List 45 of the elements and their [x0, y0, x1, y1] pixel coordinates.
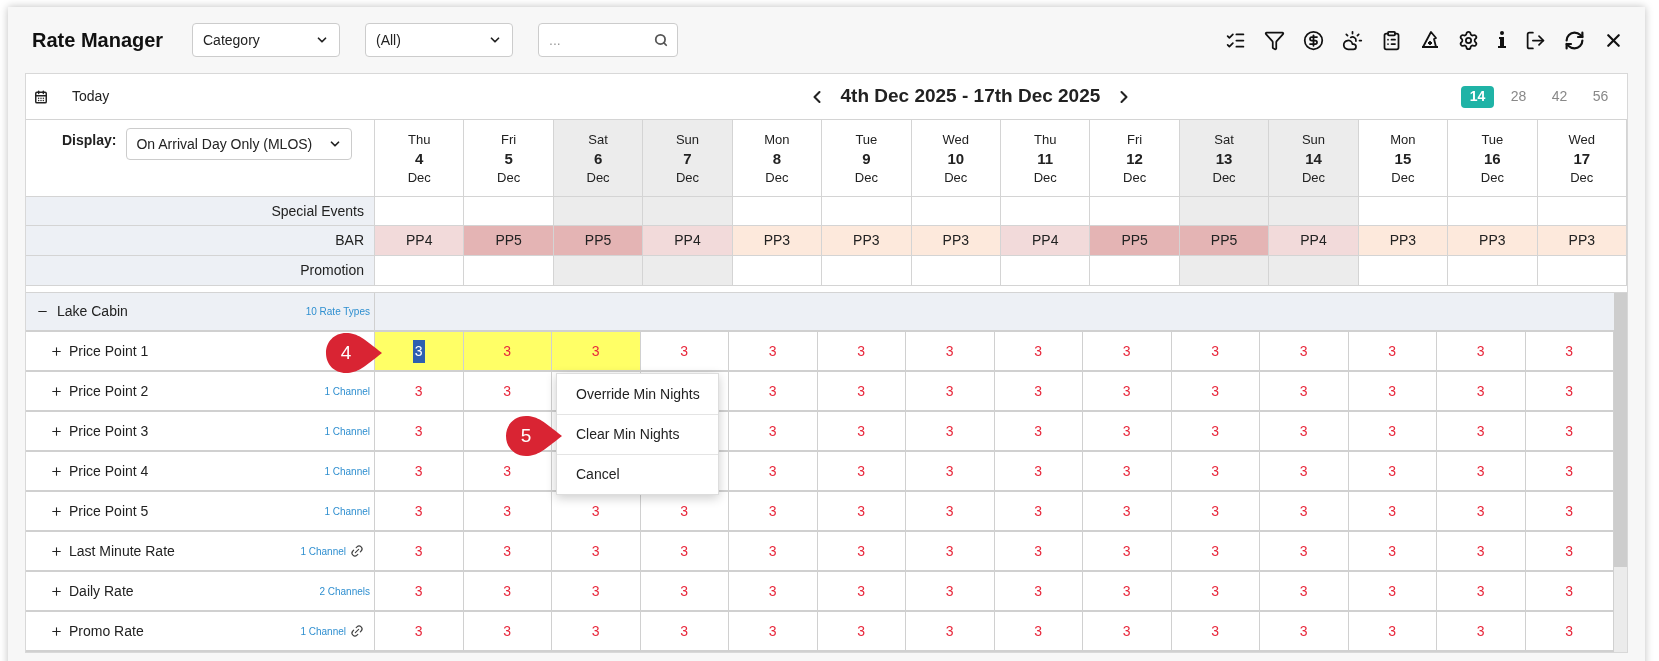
- date-header: Thu 11 Dec: [1001, 120, 1091, 197]
- rate-name: Price Point 1: [69, 341, 149, 361]
- date-range: 4th Dec 2025 - 17th Dec 2025: [840, 84, 1101, 109]
- bar-cell: PP4: [1001, 226, 1091, 256]
- date-header: Sun 14 Dec: [1269, 120, 1359, 197]
- bar-cell: PP3: [732, 226, 823, 256]
- date-header: Fri 12 Dec: [1090, 120, 1180, 197]
- date-header: Thu 4 Dec: [375, 120, 465, 197]
- bar-cell: PP4: [1269, 226, 1359, 256]
- date-header: Sat 6 Dec: [553, 120, 644, 197]
- bar-cell: PP3: [1358, 226, 1449, 256]
- bar-cell: PP5: [1090, 226, 1180, 256]
- row-label: Special Events: [26, 197, 375, 226]
- rate-name: Price Point 5: [69, 501, 149, 521]
- rate-name: Price Point 3: [69, 421, 149, 441]
- bar-cell: PP4: [375, 226, 465, 256]
- rate-name: Daily Rate: [69, 581, 134, 601]
- date-header: Mon 8 Dec: [732, 120, 823, 197]
- bar-cell: PP4: [643, 226, 733, 256]
- date-header: Mon 15 Dec: [1358, 120, 1449, 197]
- date-header: Tue 9 Dec: [822, 120, 912, 197]
- row-label: BAR: [26, 226, 375, 256]
- date-header: Fri 5 Dec: [464, 120, 554, 197]
- bar-cell: PP3: [1537, 226, 1627, 256]
- bar-cell: PP5: [1179, 226, 1270, 256]
- callout-tooltip: 5: [504, 414, 564, 458]
- group-name: Lake Cabin: [57, 302, 128, 321]
- date-header: Wed 10 Dec: [911, 120, 1001, 197]
- date-header: Tue 16 Dec: [1448, 120, 1538, 197]
- rate-name: Promo Rate: [69, 621, 144, 641]
- rate-name: Price Point 2: [69, 381, 149, 401]
- bar-cell: PP3: [1448, 226, 1538, 256]
- rate-name: Last Minute Rate: [69, 541, 175, 561]
- display-label: Display:: [62, 131, 117, 150]
- date-header: Wed 17 Dec: [1537, 120, 1627, 197]
- row-label: Promotion: [26, 256, 375, 286]
- callout-tooltip: 4: [324, 331, 384, 375]
- date-header: Sun 7 Dec: [643, 120, 733, 197]
- bar-cell: PP5: [464, 226, 554, 256]
- window-title: Rate Manager: [32, 28, 165, 53]
- bar-cell: PP3: [911, 226, 1001, 256]
- bar-cell: PP5: [553, 226, 644, 256]
- rate-name: Price Point 4: [69, 461, 149, 481]
- date-header: Sat 13 Dec: [1179, 120, 1270, 197]
- bar-cell: PP3: [822, 226, 912, 256]
